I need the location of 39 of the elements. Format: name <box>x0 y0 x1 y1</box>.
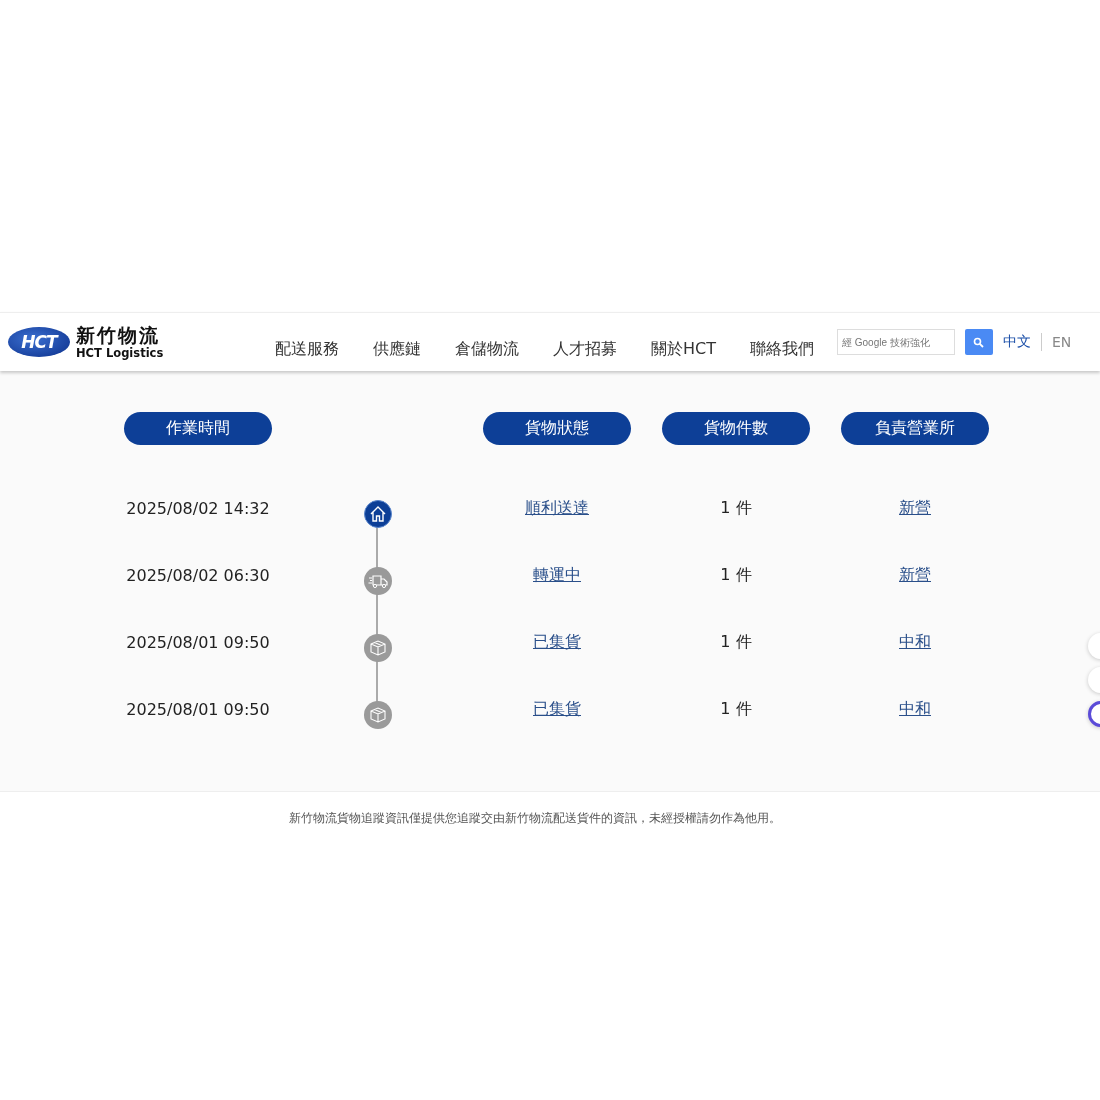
footer-notice: 新竹物流貨物追蹤資訊僅提供您追蹤交由新竹物流配送貨件的資訊，未經授權請勿作為他用。 <box>289 811 781 825</box>
time-text: 2025/08/02 06:30 <box>126 566 270 585</box>
truck-icon <box>367 572 388 589</box>
search-button[interactable] <box>965 329 993 355</box>
nav-link[interactable]: 倉儲物流 <box>438 338 536 360</box>
count-text: 1 件 <box>720 699 752 720</box>
column-header: 負責營業所 <box>841 412 989 445</box>
column-header: 作業時間 <box>124 412 272 445</box>
office-link[interactable]: 中和 <box>899 699 931 720</box>
time-text: 2025/08/01 09:50 <box>126 700 270 719</box>
logo-subtitle: HCT Logistics <box>76 346 164 360</box>
status-link[interactable]: 已集貨 <box>533 699 581 720</box>
logo-name: 新竹物流 <box>76 324 161 346</box>
office-link[interactable]: 中和 <box>899 632 931 653</box>
count-text: 1 件 <box>720 498 752 519</box>
language-link[interactable]: 中文 <box>993 333 1041 351</box>
nav-link[interactable]: 聯絡我們 <box>733 338 831 360</box>
status-link[interactable]: 順利送達 <box>525 498 589 519</box>
count-text: 1 件 <box>720 632 752 653</box>
time-text: 2025/08/02 14:32 <box>126 499 270 518</box>
column-header: 貨物狀態 <box>483 412 631 445</box>
box-icon <box>368 705 387 724</box>
box-icon <box>368 638 387 657</box>
logo-mark[interactable]: HCT <box>8 327 70 357</box>
nav-link[interactable]: 人才招募 <box>536 338 634 360</box>
column-header: 貨物件數 <box>662 412 810 445</box>
status-link[interactable]: 轉運中 <box>533 565 581 586</box>
search-icon <box>973 336 985 348</box>
house-icon <box>368 504 387 523</box>
time-text: 2025/08/01 09:50 <box>126 633 270 652</box>
nav-link[interactable]: 關於HCT <box>634 338 733 360</box>
search-field[interactable]: 經 Google 技術強化 <box>837 329 955 355</box>
office-link[interactable]: 新營 <box>899 498 931 519</box>
language-link[interactable]: EN <box>1042 334 1082 350</box>
nav-link[interactable]: 配送服務 <box>258 338 356 360</box>
office-link[interactable]: 新營 <box>899 565 931 586</box>
nav-link[interactable]: 供應鏈 <box>356 338 438 360</box>
count-text: 1 件 <box>720 565 752 586</box>
status-link[interactable]: 已集貨 <box>533 632 581 653</box>
